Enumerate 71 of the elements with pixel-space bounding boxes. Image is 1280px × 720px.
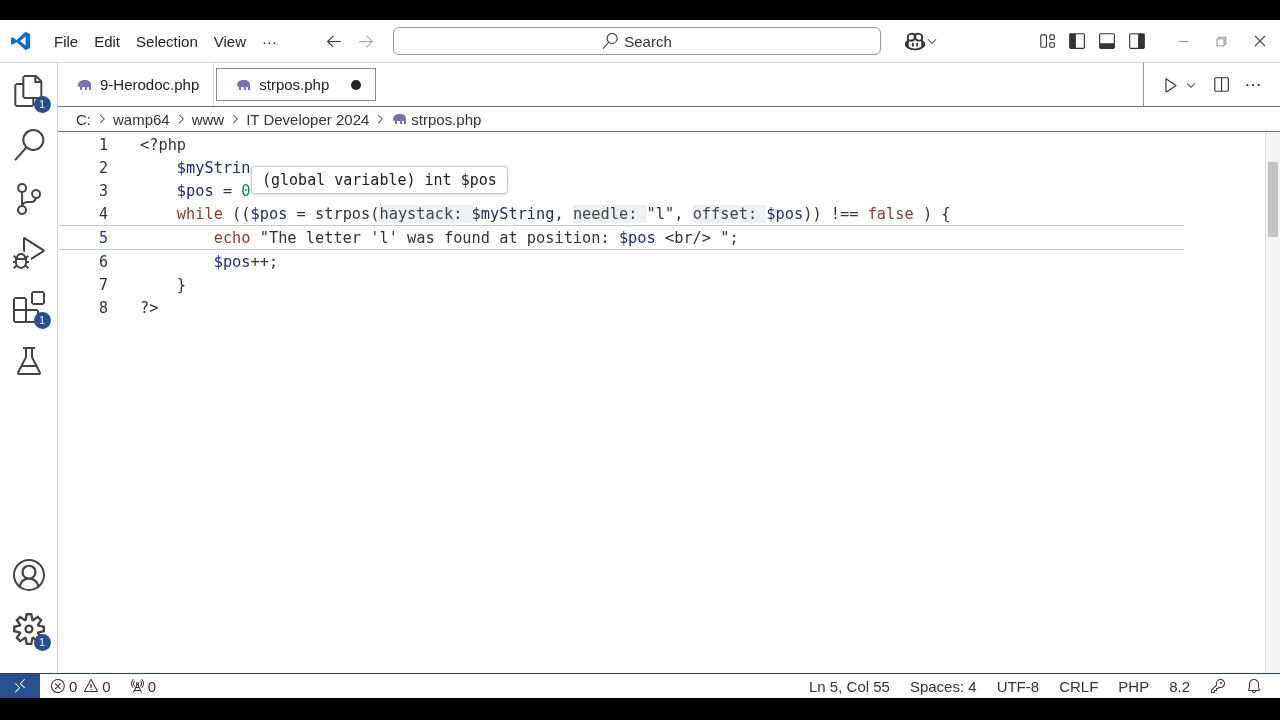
scrollbar[interactable] <box>1265 132 1280 673</box>
editor-tab[interactable]: strpos.php <box>216 68 377 101</box>
line-number: 3 <box>97 181 108 200</box>
status-item[interactable]: CRLF <box>1049 677 1109 695</box>
menu-item[interactable]: File <box>46 32 87 50</box>
remote-indicator[interactable] <box>0 674 40 698</box>
extensions-icon[interactable] <box>12 291 45 323</box>
code-line: $pos++; <box>212 252 279 271</box>
editor-tab[interactable]: 9-Herodoc.php <box>58 63 215 106</box>
count-badge: 1 <box>33 312 51 329</box>
line-number: 5 <box>97 228 108 247</box>
unsaved-dot-icon <box>351 79 362 90</box>
code-line: while (($pos = strpos(haystack: $myString, needle: "l", offset: $pos)) !== false ) { <box>175 204 951 223</box>
code-line: ?> <box>140 298 159 317</box>
layout-icon[interactable] <box>1038 32 1056 50</box>
bell-icon[interactable] <box>1246 678 1262 694</box>
menu-item[interactable]: ··· <box>254 32 285 50</box>
line-number: 7 <box>97 275 108 294</box>
code-line: } <box>175 275 187 294</box>
close-icon[interactable] <box>1252 33 1268 49</box>
breadcrumb-item[interactable]: www <box>191 110 225 128</box>
remote-icon <box>12 678 28 694</box>
copilot-icon[interactable] <box>905 31 925 51</box>
breadcrumb-item[interactable]: IT Developer 2024 <box>246 110 370 128</box>
tab-label: strpos.php <box>259 76 330 93</box>
code-line: $pos = 0 <box>175 181 251 200</box>
code-line: echo "The letter 'l' was found at position: $pos <br/> "; <box>212 228 739 247</box>
app-logo-icon <box>10 30 32 52</box>
status-item[interactable]: 8.2 <box>1159 677 1200 695</box>
search-field[interactable]: Search <box>393 27 881 55</box>
files-icon[interactable] <box>12 75 45 107</box>
debug-icon[interactable] <box>12 237 45 269</box>
panel-icon[interactable] <box>1098 32 1116 50</box>
status-item[interactable]: Ln 5, Col 55 <box>799 677 900 695</box>
breadcrumb-item[interactable]: wamp64 <box>113 110 170 128</box>
php-elephant-icon <box>76 78 92 91</box>
breadcrumb-item[interactable]: C: <box>76 110 91 128</box>
menu-item[interactable]: Selection <box>128 32 206 50</box>
warning-icon[interactable] <box>83 678 100 694</box>
sidebar-right-icon[interactable] <box>1128 32 1146 50</box>
php-elephant-icon <box>235 78 252 91</box>
key-icon[interactable] <box>1210 678 1226 694</box>
menu-item[interactable]: View <box>205 32 254 50</box>
count-badge: 1 <box>33 96 51 113</box>
code-line: $myStrin <box>175 158 251 177</box>
line-number: 6 <box>97 252 108 271</box>
status-item[interactable]: PHP <box>1108 677 1160 695</box>
menu-item[interactable]: Edit <box>86 32 129 50</box>
hover-tooltip: (global variable) int $pos <box>251 166 508 194</box>
status-item[interactable]: UTF-8 <box>986 677 1050 695</box>
settings-icon[interactable] <box>12 613 45 645</box>
breadcrumb-item[interactable]: strpos.php <box>411 110 482 128</box>
ports-icon[interactable] <box>128 678 145 694</box>
sidebar-left-icon[interactable] <box>1068 32 1086 50</box>
error-count[interactable]: 0 <box>69 677 78 695</box>
line-number: 8 <box>97 298 108 317</box>
line-number: 4 <box>97 204 108 223</box>
php-elephant-icon <box>391 113 408 125</box>
count-badge: 1 <box>33 634 51 651</box>
error-icon[interactable] <box>50 678 66 694</box>
line-number: 1 <box>97 135 108 154</box>
code-line: <?php <box>140 135 187 154</box>
account-icon[interactable] <box>12 559 45 591</box>
search-icon[interactable] <box>12 129 45 161</box>
ports-count[interactable]: 0 <box>147 677 157 695</box>
status-item[interactable]: Spaces: 4 <box>899 677 987 695</box>
warning-count[interactable]: 0 <box>102 677 111 695</box>
split-editor-icon[interactable] <box>1212 75 1230 94</box>
tab-label: 9-Herodoc.php <box>100 76 200 93</box>
search-icon <box>602 33 619 49</box>
line-number: 2 <box>97 158 108 177</box>
